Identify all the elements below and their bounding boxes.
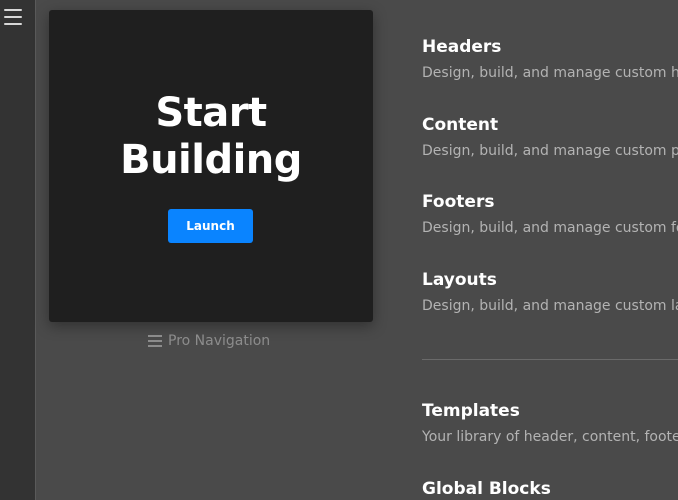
nav-item-title: Footers — [422, 192, 495, 212]
nav-item-title: Layouts — [422, 270, 497, 290]
nav-item-content[interactable]: Content Design, build, and manage custom… — [422, 114, 678, 161]
nav-item-footers[interactable]: Footers Design, build, and manage custom… — [422, 191, 678, 238]
hamburger-menu-icon — [148, 335, 162, 347]
nav-item-title: Headers — [422, 37, 502, 57]
nav-item-title: Templates — [422, 401, 520, 421]
nav-item-title: Content — [422, 115, 499, 135]
nav-item-description: Design, build, and manage custom he — [422, 65, 678, 81]
nav-item-templates[interactable]: Templates Your library of header, conten… — [422, 400, 678, 447]
main-area: Start Building Launch Pro Navigation Hea… — [37, 0, 678, 500]
hero-title-line-1: Start — [155, 90, 267, 136]
nav-item-global-blocks[interactable]: Global Blocks — [422, 478, 678, 500]
nav-item-description: Design, build, and manage custom pa — [422, 143, 678, 159]
hamburger-menu-icon[interactable] — [4, 8, 22, 26]
nav-item-headers[interactable]: Headers Design, build, and manage custom… — [422, 36, 678, 83]
left-sidebar — [0, 0, 36, 500]
launch-button[interactable]: Launch — [168, 209, 253, 243]
nav-item-layouts[interactable]: Layouts Design, build, and manage custom… — [422, 269, 678, 316]
start-building-card: Start Building Launch — [49, 10, 373, 322]
hero-title: Start Building — [49, 90, 373, 184]
nav-item-description: Design, build, and manage custom fo — [422, 220, 678, 236]
module-nav-list: Headers Design, build, and manage custom… — [422, 0, 678, 500]
hero-title-line-2: Building — [120, 137, 302, 183]
section-divider — [422, 359, 678, 360]
nav-item-title: Global Blocks — [422, 479, 551, 499]
pro-navigation-caption: Pro Navigation — [148, 333, 270, 349]
nav-item-description: Your library of header, content, footer — [422, 429, 678, 445]
caption-label: Pro Navigation — [168, 333, 271, 349]
nav-item-description: Design, build, and manage custom lay — [422, 298, 678, 314]
